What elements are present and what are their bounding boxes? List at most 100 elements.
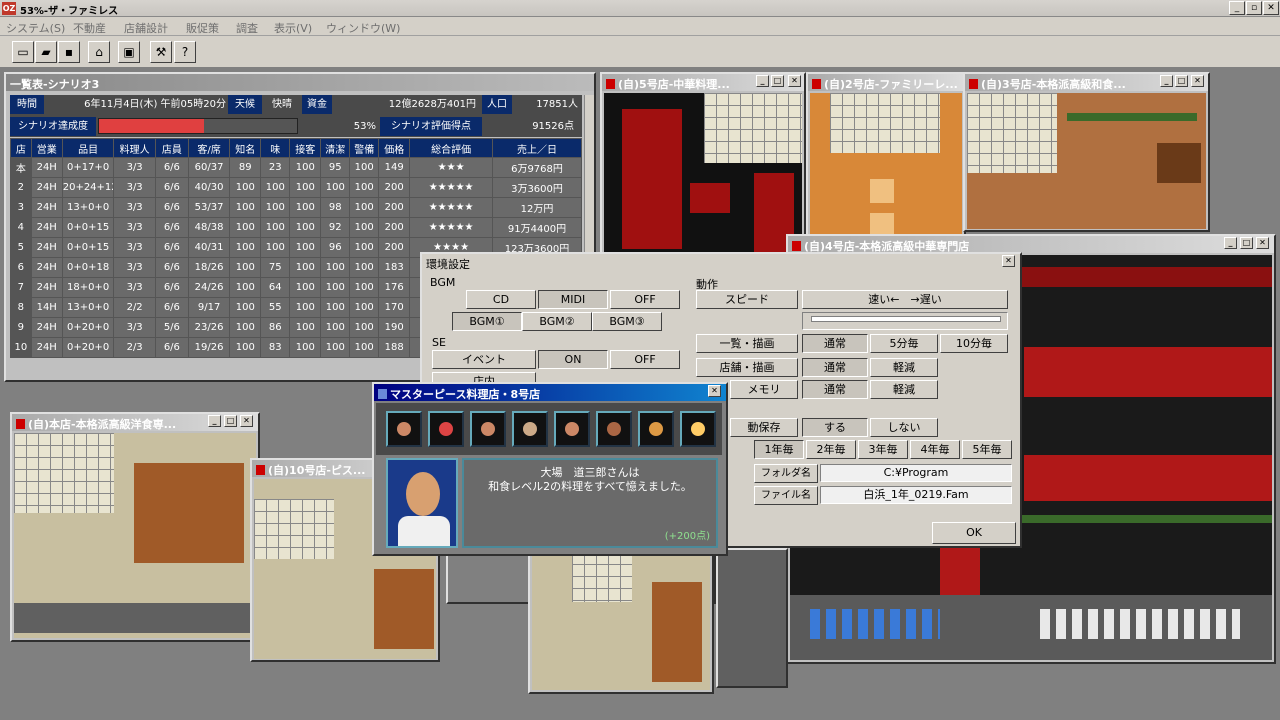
settings-icon[interactable]: ▣ — [118, 41, 140, 63]
column-header[interactable]: 店員 — [154, 138, 189, 158]
store-window-lower[interactable] — [528, 548, 714, 694]
menu-realestate[interactable]: 不動産 — [73, 20, 106, 36]
help-icon[interactable]: ? — [174, 41, 196, 63]
table-cell: 6/6 — [154, 157, 189, 178]
menu-promotion[interactable]: 販促策 — [186, 20, 219, 36]
memory-normal-button[interactable]: 通常 — [802, 380, 868, 399]
shop-icon[interactable]: ⌂ — [88, 41, 110, 63]
table-row[interactable]: 4 24H 0+0+15 3/3 6/6 48/38 100 100 100 92 100 200 ★★… — [10, 217, 583, 238]
column-header[interactable]: 清潔 — [320, 138, 351, 158]
maximize-button[interactable]: □ — [1240, 237, 1253, 249]
maximize-button[interactable]: □ — [1175, 75, 1188, 87]
table-cell: 100 — [289, 257, 322, 278]
bgm-cd-button[interactable]: CD — [466, 290, 536, 309]
store-window-3[interactable]: (自)3号店-本格派高級和食... _ □ ✕ — [963, 72, 1210, 232]
dish-5-icon — [554, 411, 590, 447]
store-map[interactable] — [810, 93, 962, 255]
close-button[interactable]: ✕ — [788, 75, 801, 87]
column-header[interactable]: 知名 — [229, 138, 262, 158]
population-label: 人口 — [482, 95, 512, 114]
table-cell: 100 — [229, 317, 262, 338]
store-window-main[interactable]: (自)本店-本格派高級洋食専... _ □ ✕ — [10, 412, 260, 642]
table-cell: 24H — [30, 257, 63, 278]
close-button[interactable]: ✕ — [1191, 75, 1204, 87]
bgm-off-button[interactable]: OFF — [610, 290, 680, 309]
column-header[interactable]: 客/席 — [187, 138, 231, 158]
column-header[interactable]: 警備 — [349, 138, 380, 158]
close-button[interactable]: ✕ — [1256, 237, 1269, 249]
table-row[interactable]: 2 24H 20+24+12 3/3 6/6 40/30 100 100 100 100 100 20… — [10, 177, 583, 198]
restore-button[interactable]: ▫ — [1246, 1, 1262, 15]
se-event-off-button[interactable]: OFF — [610, 350, 680, 369]
menu-system[interactable]: システム(S) — [6, 20, 65, 36]
column-header[interactable]: 営業 — [30, 138, 63, 158]
column-header[interactable]: 味 — [260, 138, 291, 158]
list-draw-5min-button[interactable]: 5分毎 — [870, 334, 938, 353]
column-header[interactable]: 売上／日 — [491, 138, 583, 158]
list-draw-10min-button[interactable]: 10分毎 — [940, 334, 1008, 353]
interval-2year-button[interactable]: 2年毎 — [806, 440, 856, 459]
maximize-button[interactable]: □ — [771, 75, 784, 87]
table-cell: 100 — [289, 157, 322, 178]
bgm-2-button[interactable]: BGM② — [522, 312, 592, 331]
shop-draw-normal-button[interactable]: 通常 — [802, 358, 868, 377]
table-cell: 9/17 — [187, 297, 231, 318]
close-button[interactable]: ✕ — [1263, 1, 1279, 15]
maximize-button[interactable]: □ — [224, 415, 237, 427]
open-icon[interactable]: ▰ — [35, 41, 57, 63]
store-map[interactable] — [604, 93, 802, 255]
bgm-midi-button[interactable]: MIDI — [538, 290, 608, 309]
shop-draw-light-button[interactable]: 軽減 — [870, 358, 938, 377]
column-header[interactable]: 品目 — [61, 138, 115, 158]
minimize-button[interactable]: _ — [1160, 75, 1173, 87]
minimize-button[interactable]: _ — [1224, 237, 1237, 249]
menu-window[interactable]: ウィンドウ(W) — [326, 20, 400, 36]
save-icon[interactable]: ▪ — [58, 41, 80, 63]
tools-icon[interactable]: ⚒ — [150, 41, 172, 63]
column-header[interactable]: 料理人 — [113, 138, 156, 158]
interval-5year-button[interactable]: 5年毎 — [962, 440, 1012, 459]
minimize-button[interactable]: _ — [1229, 1, 1245, 15]
store-map[interactable] — [967, 93, 1206, 229]
close-button[interactable]: ✕ — [240, 415, 253, 427]
folder-field[interactable]: C:¥Program — [820, 464, 1012, 482]
table-cell: 6/6 — [154, 257, 189, 278]
menu-store-design[interactable]: 店舗設計 — [124, 20, 168, 36]
interval-4year-button[interactable]: 4年毎 — [910, 440, 960, 459]
bgm-3-button[interactable]: BGM③ — [592, 312, 662, 331]
table-row[interactable]: 3 24H 13+0+0 3/3 6/6 53/37 100 100 100 98 100 200 ★★… — [10, 197, 583, 218]
store-window-2[interactable]: (自)2号店-ファミリーレ... — [806, 72, 966, 258]
column-header[interactable]: 接客 — [289, 138, 322, 158]
store-window-5[interactable]: (自)5号店-中華料理... _ □ ✕ — [600, 72, 806, 258]
folder-label: フォルダ名 — [754, 464, 818, 483]
store-map[interactable] — [532, 552, 710, 690]
table-cell: 4 — [10, 217, 32, 238]
minimize-button[interactable]: _ — [208, 415, 221, 427]
autosave-no-button[interactable]: しない — [870, 418, 938, 437]
column-header[interactable]: 総合評価 — [409, 138, 493, 158]
column-header[interactable]: 価格 — [378, 138, 411, 158]
memory-light-button[interactable]: 軽減 — [870, 380, 938, 399]
menu-view[interactable]: 表示(V) — [274, 20, 312, 36]
store-window-lower-right[interactable] — [716, 548, 788, 688]
ok-button[interactable]: OK — [932, 522, 1016, 544]
notification-popup[interactable]: マスターピース料理店・8号店 ✕ 大場 道三郎さんは 和食レベル2の料理をすべて… — [372, 382, 728, 556]
column-header[interactable]: 店 — [10, 138, 32, 158]
interval-1year-button[interactable]: 1年毎 — [754, 440, 804, 459]
speed-slider[interactable] — [802, 312, 1008, 330]
autosave-yes-button[interactable]: する — [802, 418, 868, 437]
table-row[interactable]: 本 24H 0+17+0 3/3 6/6 60/37 89 23 100 95 100 149 ★★★ 6… — [10, 157, 583, 178]
menu-research[interactable]: 調査 — [236, 20, 258, 36]
close-button[interactable]: ✕ — [708, 385, 721, 397]
store-map[interactable] — [14, 433, 256, 638]
close-button[interactable]: ✕ — [1002, 255, 1015, 267]
se-label: SE — [432, 336, 446, 349]
list-draw-normal-button[interactable]: 通常 — [802, 334, 868, 353]
new-icon[interactable]: ▭ — [12, 41, 34, 63]
interval-3year-button[interactable]: 3年毎 — [858, 440, 908, 459]
minimize-button[interactable]: _ — [756, 75, 769, 87]
bgm-1-button[interactable]: BGM① — [452, 312, 522, 331]
se-event-on-button[interactable]: ON — [538, 350, 608, 369]
table-cell: 0+0+15 — [61, 237, 115, 258]
file-field[interactable]: 白浜_1年_0219.Fam — [820, 486, 1012, 504]
